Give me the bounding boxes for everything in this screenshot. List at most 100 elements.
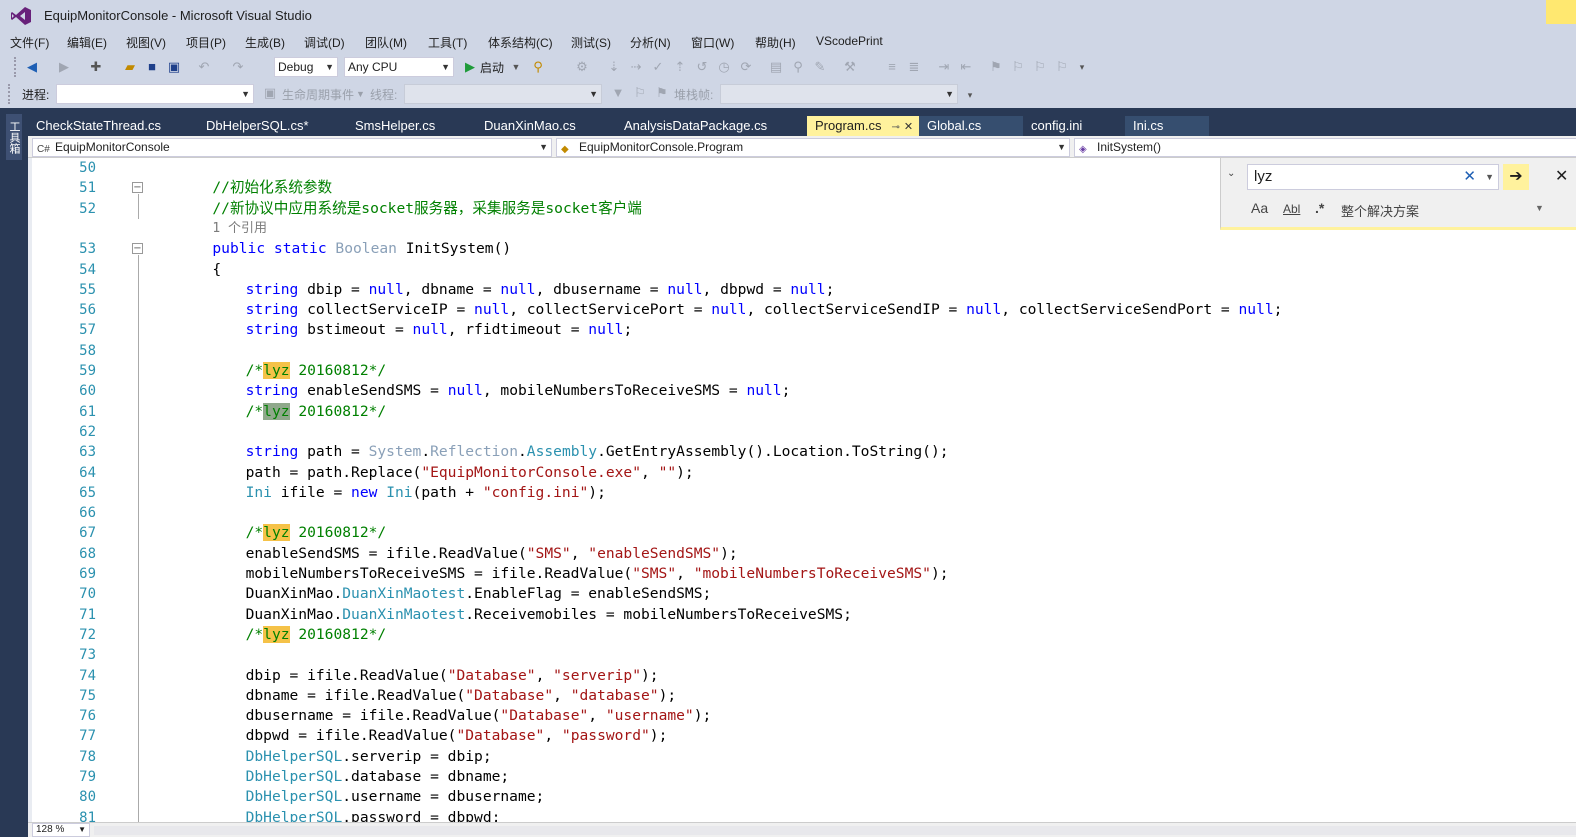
navigate-forward-icon[interactable]: ▶ xyxy=(56,59,72,75)
menu-item[interactable]: 调试(D) xyxy=(304,34,345,51)
code-line[interactable]: 66 xyxy=(28,503,1576,523)
class-select[interactable]: ◆ EquipMonitorConsole.Program ▼ xyxy=(556,138,1070,157)
code-line[interactable]: 62 xyxy=(28,422,1576,442)
code-line[interactable]: 75 dbname = ifile.ReadValue("Database", "… xyxy=(28,686,1576,706)
close-icon[interactable]: ✕ xyxy=(1555,166,1568,186)
lifecycle-events-icon[interactable]: ▣ xyxy=(262,85,278,101)
code-line[interactable]: 59 /*lyz 20160812*/ xyxy=(28,361,1576,381)
menu-item[interactable]: 工具(T) xyxy=(428,34,467,51)
threads-filter-icon[interactable]: ⚐ xyxy=(632,85,648,101)
process-select[interactable]: ▼ xyxy=(56,84,254,104)
menu-item[interactable]: 视图(V) xyxy=(126,34,166,51)
menu-item[interactable]: 项目(P) xyxy=(186,34,226,51)
uncomment-icon[interactable]: ≣ xyxy=(906,59,922,75)
menu-item[interactable]: 编辑(E) xyxy=(67,34,107,51)
tools-icon[interactable]: ⚒ xyxy=(842,59,858,75)
code-line[interactable]: 61 /*lyz 20160812*/ xyxy=(28,402,1576,422)
code-line[interactable]: 79 DbHelperSQL.database = dbname; xyxy=(28,767,1576,787)
stackframe-select[interactable]: ▼ xyxy=(720,84,958,104)
close-icon[interactable]: ✕ xyxy=(904,121,913,133)
document-tab[interactable]: CheckStateThread.cs xyxy=(28,116,198,136)
menu-item[interactable]: 测试(S) xyxy=(571,34,611,51)
code-line[interactable]: 55 string dbip = null, dbname = null, dbu… xyxy=(28,280,1576,300)
refresh-icon[interactable]: ⟳ xyxy=(738,59,754,75)
menu-item[interactable]: 文件(F) xyxy=(10,34,49,51)
menu-item[interactable]: 体系结构(C) xyxy=(488,34,553,51)
find-input[interactable]: lyz ✕ ▼ xyxy=(1247,164,1499,190)
collapse-region-icon[interactable]: − xyxy=(132,182,143,194)
solution-config-select[interactable]: Debug ▼ xyxy=(274,57,338,77)
lifecycle-events-button[interactable]: 生命周期事件 xyxy=(282,86,354,103)
document-tab[interactable]: DbHelperSQL.cs* xyxy=(198,116,347,136)
attach-process-icon[interactable]: ⚙ xyxy=(574,59,590,75)
search-icon[interactable]: ⚲ xyxy=(790,59,806,75)
code-line[interactable]: 65 Ini ifile = new Ini(path + "config.ini… xyxy=(28,483,1576,503)
code-line[interactable]: 72 /*lyz 20160812*/ xyxy=(28,625,1576,645)
code-editor[interactable]: 50 51 − //初始化系统参数 52 //新协议中应用系统是socket服务器，采集服… xyxy=(28,158,1576,822)
code-line[interactable]: 54 { xyxy=(28,260,1576,280)
code-line[interactable]: 81 DbHelperSQL.password = dbpwd; xyxy=(28,808,1576,822)
solution-platform-select[interactable]: Any CPU ▼ xyxy=(344,57,454,77)
code-line[interactable]: 53 − public static Boolean InitSystem() xyxy=(28,239,1576,259)
chevron-down-icon[interactable]: ▼ xyxy=(1485,165,1494,189)
undo-icon[interactable]: ↶ xyxy=(196,59,212,75)
navigate-back-icon[interactable]: ◀ xyxy=(24,59,40,75)
document-tab[interactable]: config.ini xyxy=(1023,116,1125,136)
menu-item[interactable]: VScodePrint xyxy=(816,34,883,48)
clear-bookmarks-icon[interactable]: ⚐ xyxy=(1054,59,1070,75)
match-case-toggle[interactable]: Aa xyxy=(1251,200,1268,216)
prev-bookmark-icon[interactable]: ⚐ xyxy=(1010,59,1026,75)
undo-history-icon[interactable]: ↺ xyxy=(694,59,710,75)
menu-item[interactable]: 团队(M) xyxy=(365,34,407,51)
toolbar-grip[interactable] xyxy=(14,57,18,77)
flag-filter-icon[interactable]: ▼ xyxy=(610,85,626,101)
chevron-down-icon[interactable]: ▼ xyxy=(356,89,365,99)
history-icon[interactable]: ◷ xyxy=(716,59,732,75)
step-out-icon[interactable]: ⇡ xyxy=(672,59,688,75)
find-in-files-icon[interactable]: ⚲ xyxy=(530,59,546,75)
indent-icon[interactable]: ⇥ xyxy=(936,59,952,75)
pin-icon[interactable]: ⊸ xyxy=(891,122,899,133)
document-tab[interactable]: Ini.cs xyxy=(1125,116,1209,136)
save-all-icon[interactable]: ▣ xyxy=(166,59,182,75)
code-line[interactable]: 77 dbpwd = ifile.ReadValue("Database", "p… xyxy=(28,726,1576,746)
code-line[interactable]: 70 DuanXinMao.DuanXinMaotest.EnableFlag =… xyxy=(28,584,1576,604)
open-file-icon[interactable]: ▰ xyxy=(122,59,138,75)
toolbar-grip[interactable] xyxy=(8,84,12,104)
next-bookmark-icon[interactable]: ⚐ xyxy=(1032,59,1048,75)
code-line[interactable]: 56 string collectServiceIP = null, collec… xyxy=(28,300,1576,320)
step-into-icon[interactable]: ⇣ xyxy=(606,59,622,75)
chevron-down-icon[interactable]: ▼ xyxy=(1535,203,1544,213)
code-line[interactable]: 63 string path = System.Reflection.Assemb… xyxy=(28,442,1576,462)
comment-icon[interactable]: ≡ xyxy=(884,59,900,75)
code-line[interactable]: 68 enableSendSMS = ifile.ReadValue("SMS",… xyxy=(28,544,1576,564)
member-select[interactable]: ◈ InitSystem() xyxy=(1074,138,1576,157)
step-over-icon[interactable]: ⇢ xyxy=(628,59,644,75)
code-line[interactable]: 78 DbHelperSQL.serverip = dbip; xyxy=(28,747,1576,767)
start-debug-icon[interactable]: ▶ xyxy=(462,59,478,75)
chevron-down-icon[interactable]: ▼ xyxy=(508,59,524,75)
reference-count-link[interactable]: 1 个引用 xyxy=(212,219,267,239)
redo-icon[interactable]: ↷ xyxy=(230,59,246,75)
wrench-icon[interactable]: ✎ xyxy=(812,59,828,75)
toolbox-tab[interactable]: 工具箱 xyxy=(6,114,22,160)
regex-toggle[interactable]: .* xyxy=(1315,200,1324,216)
code-line[interactable]: 67 /*lyz 20160812*/ xyxy=(28,523,1576,543)
code-line[interactable]: 58 xyxy=(28,341,1576,361)
toolbar-overflow-icon[interactable]: ▾ xyxy=(962,87,978,103)
menu-item[interactable]: 窗口(W) xyxy=(691,34,734,51)
document-tab[interactable]: AnalysisDataPackage.cs xyxy=(616,116,807,136)
check-icon[interactable]: ✓ xyxy=(650,59,666,75)
thread-select[interactable]: ▼ xyxy=(404,84,602,104)
bookmark-icon[interactable]: ⚑ xyxy=(988,59,1004,75)
find-scope-select[interactable]: 整个解决方案 xyxy=(1341,201,1419,220)
toolbar-overflow-icon[interactable]: ▾ xyxy=(1074,59,1090,75)
document-tab[interactable]: Global.cs xyxy=(919,116,1023,136)
outdent-icon[interactable]: ⇤ xyxy=(958,59,974,75)
database-icon[interactable]: ▤ xyxy=(768,59,784,75)
menu-item[interactable]: 分析(N) xyxy=(630,34,671,51)
new-project-icon[interactable]: ✚ xyxy=(88,59,104,75)
code-line[interactable]: 60 string enableSendSMS = null, mobileNum… xyxy=(28,381,1576,401)
match-whole-word-toggle[interactable]: Abl xyxy=(1283,202,1300,216)
code-line[interactable]: 74 dbip = ifile.ReadValue("Database", "se… xyxy=(28,666,1576,686)
